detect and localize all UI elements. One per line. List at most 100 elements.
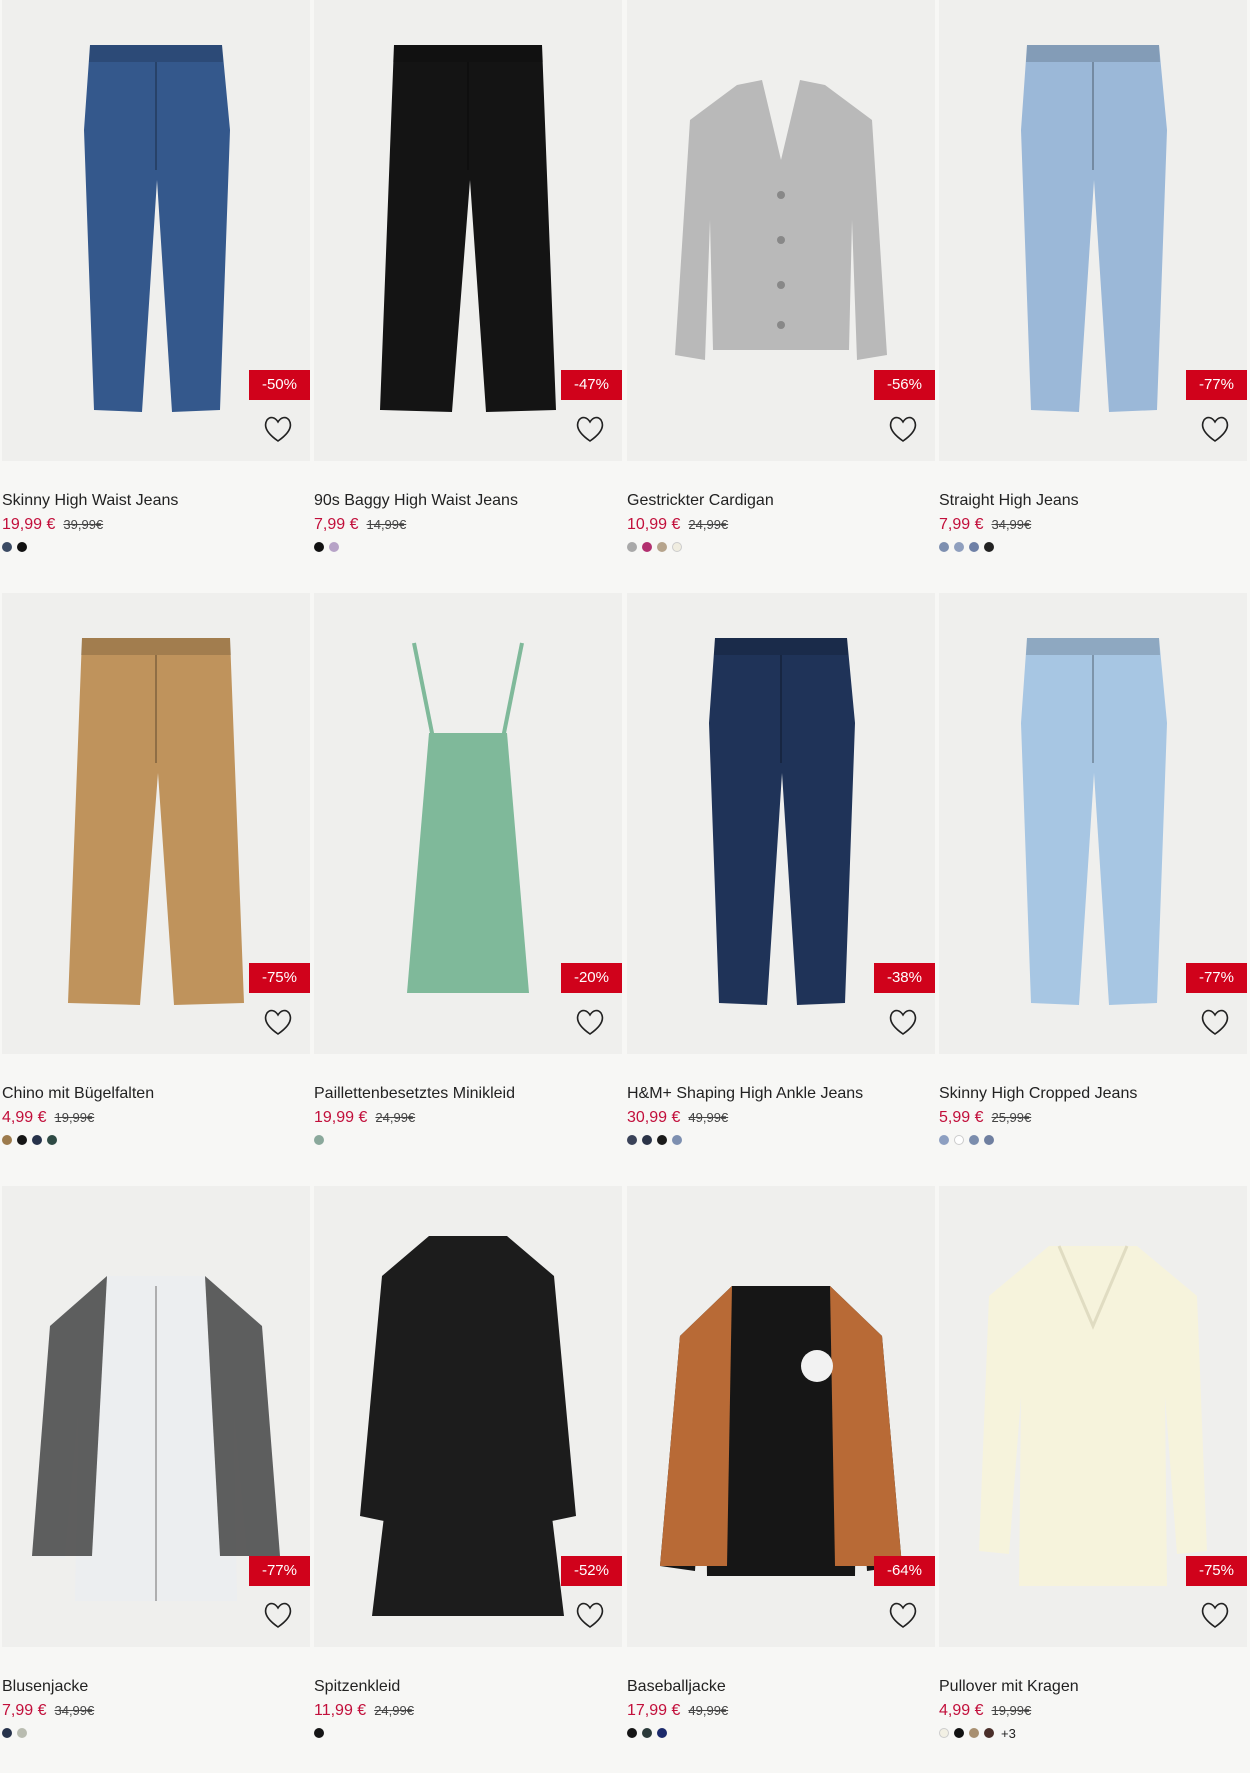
product-name[interactable]: Pullover mit Kragen bbox=[939, 1677, 1247, 1697]
color-swatch[interactable] bbox=[954, 1135, 964, 1145]
color-swatch[interactable] bbox=[984, 1728, 994, 1738]
color-swatch[interactable] bbox=[314, 1728, 324, 1738]
product-card[interactable]: -20% Paillettenbesetztes Minikleid 19,99… bbox=[314, 593, 622, 1146]
color-swatch[interactable] bbox=[984, 1135, 994, 1145]
product-name[interactable]: Straight High Jeans bbox=[939, 491, 1247, 511]
color-swatch[interactable] bbox=[17, 1728, 27, 1738]
color-swatch[interactable] bbox=[314, 1135, 324, 1145]
color-swatch[interactable] bbox=[627, 542, 637, 552]
product-name[interactable]: Paillettenbesetztes Minikleid bbox=[314, 1084, 622, 1104]
discount-badge: -50% bbox=[248, 370, 310, 400]
discount-badge: -56% bbox=[873, 370, 935, 400]
color-swatch[interactable] bbox=[657, 1728, 667, 1738]
product-card[interactable]: -52% Spitzenkleid 11,99 € 24,99€ bbox=[314, 1186, 622, 1739]
color-swatch[interactable] bbox=[2, 1135, 12, 1145]
color-swatch[interactable] bbox=[969, 1135, 979, 1145]
product-card[interactable]: -75% Pullover mit Kragen 4,99 € 19,99€ +3 bbox=[939, 1186, 1247, 1741]
product-name[interactable]: Spitzenkleid bbox=[314, 1677, 622, 1697]
product-card[interactable]: -56% Gestrickter Cardigan 10,99 € 24,99€ bbox=[627, 0, 935, 553]
color-swatch[interactable] bbox=[329, 542, 339, 552]
color-swatch[interactable] bbox=[954, 542, 964, 552]
favorite-heart-icon[interactable] bbox=[574, 1007, 606, 1037]
color-swatch[interactable] bbox=[2, 542, 12, 552]
color-swatch[interactable] bbox=[657, 542, 667, 552]
color-swatches bbox=[314, 1727, 622, 1739]
color-swatches bbox=[627, 541, 935, 553]
product-name[interactable]: Baseballjacke bbox=[627, 1677, 935, 1697]
favorite-heart-icon[interactable] bbox=[887, 1007, 919, 1037]
product-image[interactable]: -77% bbox=[939, 0, 1247, 461]
price-row: 4,99 € 19,99€ bbox=[2, 1108, 310, 1128]
color-swatch[interactable] bbox=[627, 1728, 637, 1738]
original-price: 24,99€ bbox=[374, 1703, 414, 1718]
product-name[interactable]: Skinny High Waist Jeans bbox=[2, 491, 310, 511]
price-row: 5,99 € 25,99€ bbox=[939, 1108, 1247, 1128]
favorite-heart-icon[interactable] bbox=[574, 1600, 606, 1630]
product-image[interactable]: -56% bbox=[627, 0, 935, 461]
favorite-heart-icon[interactable] bbox=[1199, 1600, 1231, 1630]
color-swatch[interactable] bbox=[969, 1728, 979, 1738]
product-card[interactable]: -38% H&M+ Shaping High Ankle Jeans 30,99… bbox=[627, 593, 935, 1146]
favorite-heart-icon[interactable] bbox=[262, 1600, 294, 1630]
product-name[interactable]: Skinny High Cropped Jeans bbox=[939, 1084, 1247, 1104]
favorite-heart-icon[interactable] bbox=[574, 414, 606, 444]
more-colors-count[interactable]: +3 bbox=[1001, 1726, 1016, 1741]
color-swatch[interactable] bbox=[642, 1135, 652, 1145]
color-swatch[interactable] bbox=[47, 1135, 57, 1145]
product-card[interactable]: -77% Blusenjacke 7,99 € 34,99€ bbox=[2, 1186, 310, 1739]
product-name[interactable]: Gestrickter Cardigan bbox=[627, 491, 935, 511]
favorite-heart-icon[interactable] bbox=[1199, 1007, 1231, 1037]
product-card[interactable]: -47% 90s Baggy High Waist Jeans 7,99 € 14… bbox=[314, 0, 622, 553]
product-card[interactable]: -75% Chino mit Bügelfalten 4,99 € 19,99€ bbox=[2, 593, 310, 1146]
color-swatch[interactable] bbox=[939, 542, 949, 552]
product-card[interactable]: -50% Skinny High Waist Jeans 19,99 € 39,9… bbox=[2, 0, 310, 553]
color-swatch[interactable] bbox=[672, 542, 682, 552]
product-image[interactable]: -52% bbox=[314, 1186, 622, 1647]
color-swatch[interactable] bbox=[939, 1728, 949, 1738]
color-swatch[interactable] bbox=[17, 542, 27, 552]
price-row: 4,99 € 19,99€ bbox=[939, 1701, 1247, 1721]
favorite-heart-icon[interactable] bbox=[887, 1600, 919, 1630]
product-name[interactable]: Blusenjacke bbox=[2, 1677, 310, 1697]
sale-price: 17,99 € bbox=[627, 1702, 681, 1719]
product-card[interactable]: -77% Skinny High Cropped Jeans 5,99 € 25,… bbox=[939, 593, 1247, 1146]
color-swatch[interactable] bbox=[314, 542, 324, 552]
product-name[interactable]: 90s Baggy High Waist Jeans bbox=[314, 491, 622, 511]
color-swatch[interactable] bbox=[642, 542, 652, 552]
color-swatch[interactable] bbox=[984, 542, 994, 552]
product-image[interactable]: -20% bbox=[314, 593, 622, 1054]
product-image[interactable]: -47% bbox=[314, 0, 622, 461]
product-image[interactable]: -38% bbox=[627, 593, 935, 1054]
product-image[interactable]: -50% bbox=[2, 0, 310, 461]
sale-price: 7,99 € bbox=[314, 516, 359, 533]
product-name[interactable]: Chino mit Bügelfalten bbox=[2, 1084, 310, 1104]
product-image[interactable]: -64% bbox=[627, 1186, 935, 1647]
product-image[interactable]: -77% bbox=[2, 1186, 310, 1647]
product-image[interactable]: -77% bbox=[939, 593, 1247, 1054]
color-swatch[interactable] bbox=[2, 1728, 12, 1738]
color-swatch[interactable] bbox=[627, 1135, 637, 1145]
favorite-heart-icon[interactable] bbox=[262, 414, 294, 444]
color-swatch[interactable] bbox=[954, 1728, 964, 1738]
product-image[interactable]: -75% bbox=[2, 593, 310, 1054]
favorite-heart-icon[interactable] bbox=[887, 414, 919, 444]
color-swatch[interactable] bbox=[17, 1135, 27, 1145]
original-price: 34,99€ bbox=[54, 1703, 95, 1718]
product-image[interactable]: -75% bbox=[939, 1186, 1247, 1647]
favorite-heart-icon[interactable] bbox=[1199, 414, 1231, 444]
color-swatch[interactable] bbox=[657, 1135, 667, 1145]
original-price: 24,99€ bbox=[688, 517, 729, 532]
price-row: 30,99 € 49,99€ bbox=[627, 1108, 935, 1128]
product-name[interactable]: H&M+ Shaping High Ankle Jeans bbox=[627, 1084, 935, 1104]
color-swatch[interactable] bbox=[939, 1135, 949, 1145]
color-swatch[interactable] bbox=[969, 542, 979, 552]
color-swatch[interactable] bbox=[32, 1135, 42, 1145]
price-row: 11,99 € 24,99€ bbox=[314, 1701, 622, 1721]
product-card[interactable]: -64% Baseballjacke 17,99 € 49,99€ bbox=[627, 1186, 935, 1739]
product-card[interactable]: -77% Straight High Jeans 7,99 € 34,99€ bbox=[939, 0, 1247, 553]
color-swatch[interactable] bbox=[642, 1728, 652, 1738]
color-swatch[interactable] bbox=[672, 1135, 682, 1145]
favorite-heart-icon[interactable] bbox=[262, 1007, 294, 1037]
sale-price: 4,99 € bbox=[2, 1109, 47, 1126]
discount-badge: -75% bbox=[248, 963, 310, 993]
